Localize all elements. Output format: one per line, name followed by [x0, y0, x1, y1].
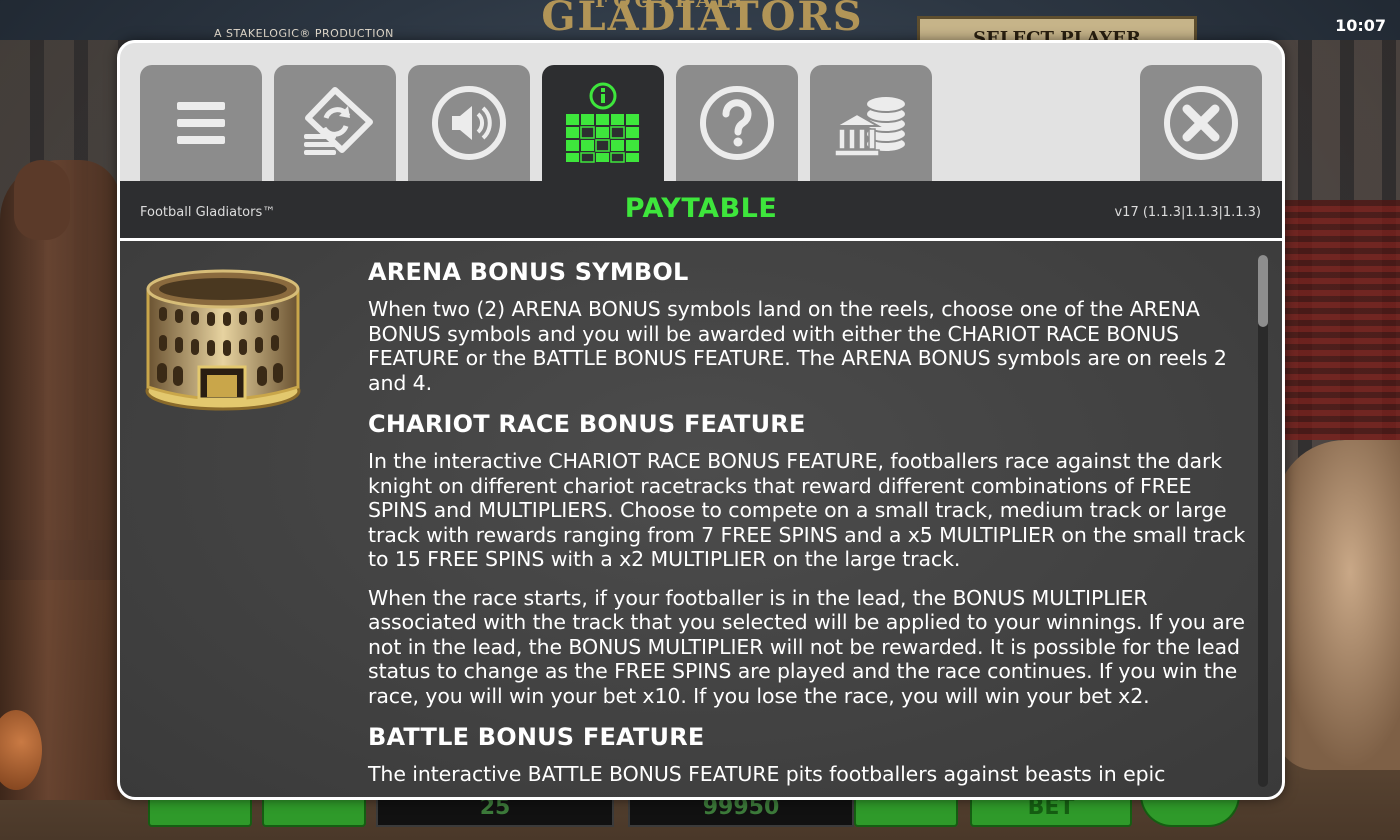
arena-bonus-title: ARENA BONUS SYMBOL — [368, 258, 689, 286]
scrollbar-thumb[interactable] — [1258, 255, 1268, 327]
crowd — [1285, 200, 1400, 440]
paytable-text: ARENA BONUS SYMBOL When two (2) ARENA BO… — [368, 257, 1248, 797]
question-icon — [700, 86, 774, 160]
scrollbar-track[interactable] — [1258, 255, 1268, 787]
paytable-content[interactable]: ARENA BONUS SYMBOL When two (2) ARENA BO… — [120, 241, 1282, 797]
beast-character — [1275, 440, 1400, 770]
tab-paytable[interactable] — [542, 65, 664, 181]
close-x-icon — [1164, 86, 1238, 160]
production-label: A STAKELOGIC® PRODUCTION — [214, 27, 394, 40]
battle-bonus-title: BATTLE BONUS FEATURE — [368, 723, 705, 751]
speaker-icon — [432, 86, 506, 160]
page-title: PAYTABLE — [624, 193, 778, 224]
version-label: v17 (1.1.3|1.1.3|1.1.3) — [1114, 205, 1261, 220]
paytable-dialog: Football Gladiators™ PAYTABLE v17 (1.1.3… — [117, 40, 1285, 800]
game-logo-top: FOOTBALL — [595, 0, 752, 12]
chariot-race-title: CHARIOT RACE BONUS FEATURE — [368, 410, 806, 438]
game-bottom-bar: 25 99950 BET — [140, 795, 1260, 840]
arena-bonus-description: When two (2) ARENA BONUS symbols land on… — [368, 297, 1227, 395]
arena-bonus-symbol-image — [145, 269, 301, 411]
tab-sound[interactable] — [408, 65, 530, 181]
tab-menu[interactable] — [140, 65, 262, 181]
chariot-race-description-1: In the interactive CHARIOT RACE BONUS FE… — [368, 449, 1246, 571]
tab-bar — [120, 43, 1282, 181]
clock: 10:07 — [1335, 16, 1386, 35]
chariot-race-description-2: When the race starts, if your footballer… — [368, 585, 1245, 708]
paytable-info-icon — [566, 82, 639, 163]
tab-help[interactable] — [676, 65, 798, 181]
game-logo: FOOTBALL GLADIATORS — [515, 0, 890, 42]
battle-bonus-description: The interactive BATTLE BONUS FEATURE pit… — [368, 762, 1166, 786]
coins-bank-icon — [832, 95, 907, 157]
tab-bank[interactable] — [810, 65, 932, 181]
hamburger-menu-icon — [177, 102, 225, 144]
gladiator-head — [14, 160, 70, 240]
gladiator-character — [0, 160, 120, 800]
paytable-header: Football Gladiators™ PAYTABLE v17 (1.1.3… — [120, 181, 1282, 238]
autoplay-cycle-icon — [304, 87, 373, 155]
tab-autoplay[interactable] — [274, 65, 396, 181]
close-button[interactable] — [1140, 65, 1262, 181]
